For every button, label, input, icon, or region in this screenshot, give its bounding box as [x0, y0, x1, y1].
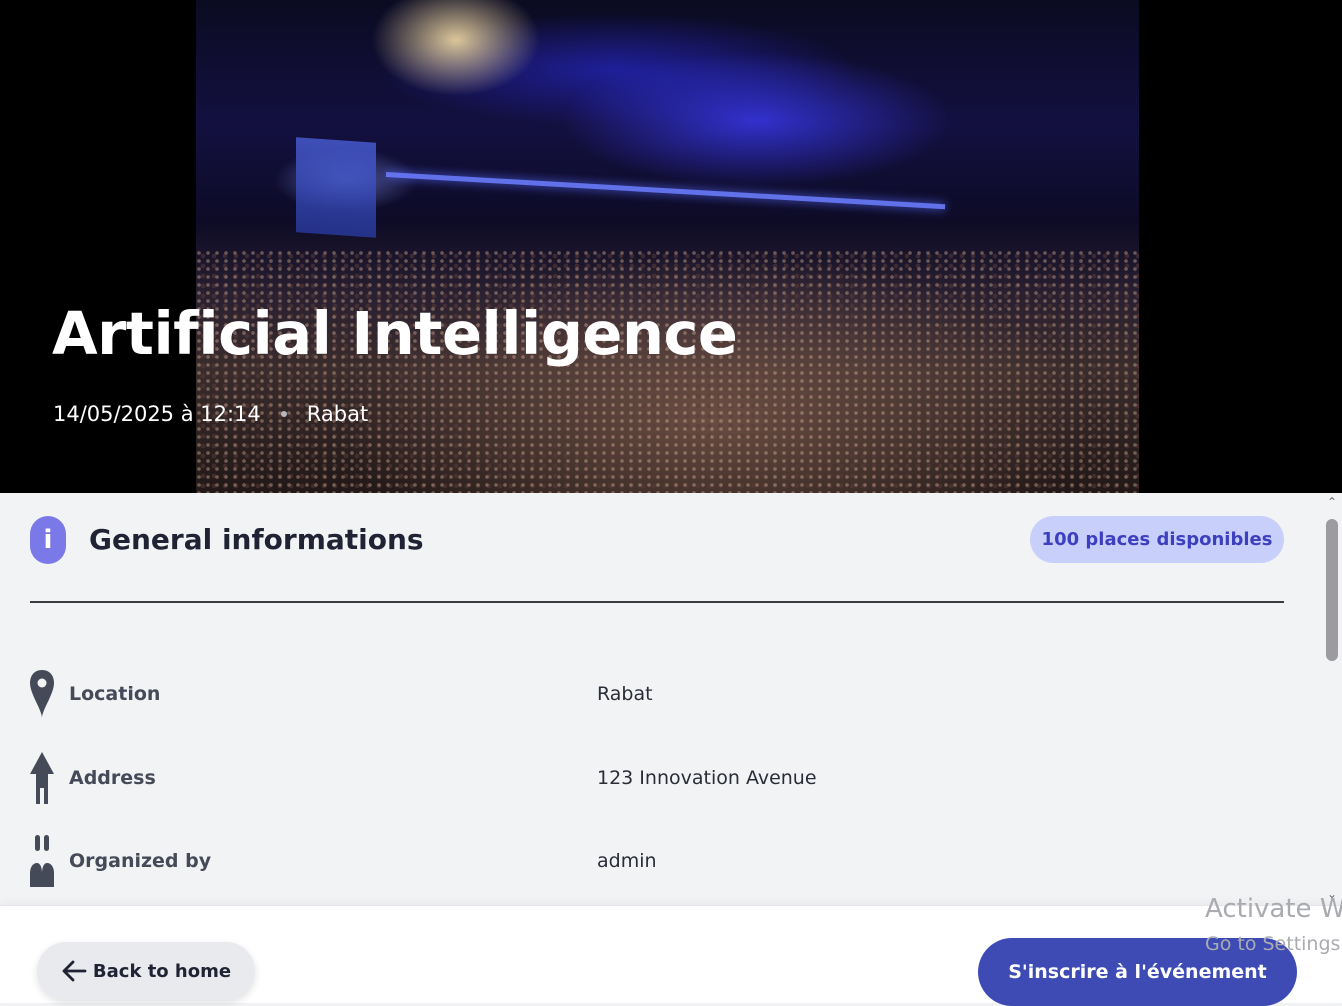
event-hero: Artificial Intelligence 14/05/2025 à 12:…	[0, 0, 1342, 493]
action-footer: Back to home S'inscrire à l'événement	[0, 905, 1342, 1006]
info-row-label: Organized by	[69, 850, 212, 872]
arrow-left-icon	[62, 960, 87, 982]
info-row-label: Location	[69, 683, 161, 705]
places-badge: 100 places disponibles	[1030, 516, 1284, 563]
info-row-address: Address 123 Innovation Avenue	[28, 750, 1288, 806]
register-event-button[interactable]: S'inscrire à l'événement	[978, 938, 1297, 1006]
content-scrollbar[interactable]: ⌃ ⌄	[1322, 493, 1342, 905]
separator-dot	[280, 411, 287, 417]
back-to-home-button[interactable]: Back to home	[37, 942, 255, 1000]
stage-screen	[296, 137, 376, 238]
event-city: Rabat	[306, 402, 369, 426]
light-bar	[385, 172, 946, 210]
back-button-label: Back to home	[92, 960, 232, 982]
event-title: Artificial Intelligence	[52, 299, 738, 368]
info-row-label: Address	[69, 767, 156, 789]
map-pin-icon	[30, 670, 54, 718]
info-row-organizer: Organized by admin	[28, 833, 1288, 889]
address-icon	[30, 752, 54, 804]
crowd	[196, 250, 1139, 493]
general-info-section: i General informations 100 places dispon…	[0, 493, 1322, 905]
info-icon: i	[30, 516, 66, 564]
section-title: General informations	[89, 523, 424, 556]
info-row-value: Rabat	[597, 683, 653, 705]
info-row-value: 123 Innovation Avenue	[597, 767, 817, 789]
scroll-down-icon[interactable]: ⌄	[1325, 887, 1339, 901]
event-meta: 14/05/2025 à 12:14 Rabat	[53, 400, 368, 428]
info-row-value: admin	[597, 850, 657, 872]
event-datetime: 14/05/2025 à 12:14	[53, 402, 261, 426]
scroll-thumb[interactable]	[1326, 519, 1338, 661]
organizer-icon	[30, 835, 54, 887]
section-divider	[30, 601, 1284, 603]
scroll-up-icon[interactable]: ⌃	[1325, 495, 1339, 509]
info-row-location: Location Rabat	[28, 666, 1288, 722]
